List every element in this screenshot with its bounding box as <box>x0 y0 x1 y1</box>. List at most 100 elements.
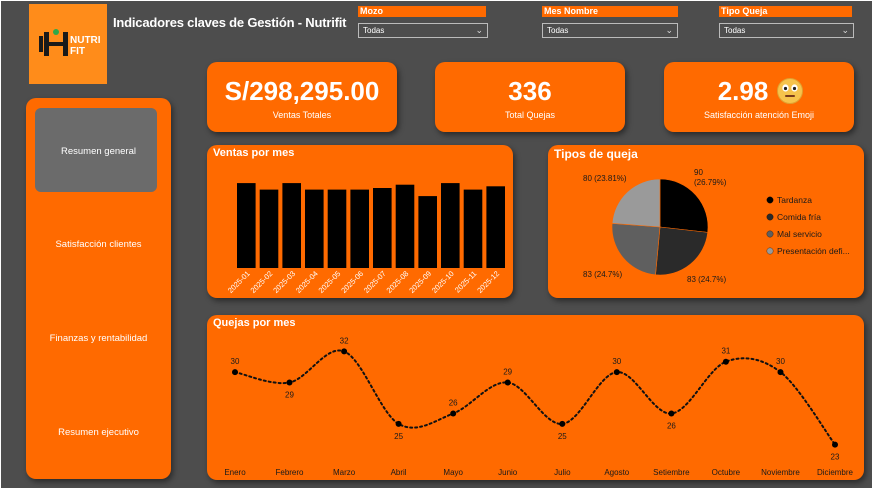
nav-item-finanzas-rentabilidad[interactable]: Finanzas y rentabilidad <box>26 333 171 344</box>
pie-legend-marker <box>766 230 774 238</box>
quejas-x-tick-label: Octubre <box>712 468 741 477</box>
quejas-data-label: 29 <box>285 391 294 400</box>
slicer-tipo-value: Todas <box>724 26 746 35</box>
quejas-data-label: 29 <box>503 368 512 377</box>
ventas-bar <box>327 189 347 268</box>
quejas-data-point <box>395 420 402 427</box>
quejas-data-label: 31 <box>721 347 730 356</box>
kpi-ventas-value: S/298,295.00 <box>224 76 380 106</box>
kpi-card-quejas: 336 Total Quejas <box>435 62 625 132</box>
ventas-bar <box>282 183 301 268</box>
quejas-data-point <box>504 379 511 386</box>
quejas-x-tick-label: Mayo <box>443 468 463 477</box>
kpi-satisfaccion-value: 2.98 <box>717 76 769 106</box>
nav-item-satisfaccion-clientes[interactable]: Satisfacción clientes <box>26 239 171 250</box>
quejas-data-label: 32 <box>340 336 349 345</box>
quejas-data-label: 25 <box>394 432 403 441</box>
slicer-mes-dropdown[interactable]: Todas ⌄ <box>542 23 678 38</box>
slicer-mozo-dropdown[interactable]: Todas ⌄ <box>358 23 488 38</box>
quejas-data-point <box>832 441 838 448</box>
ventas-x-tick-label: 2025-01 <box>226 269 252 295</box>
quejas-data-point <box>722 358 729 365</box>
tipos-queja-pie-chart: 90(26.79%) Tardanza 83 (24.7%) Comida fría 8… <box>583 168 850 284</box>
ventas-bar <box>350 189 369 268</box>
quejas-data-label: 26 <box>667 422 676 431</box>
quejas-x-tick-label: Agosto <box>604 468 629 477</box>
quejas-data-point <box>232 369 238 376</box>
pie-legend-label: Comida fría <box>777 212 821 222</box>
ventas-bar <box>237 183 256 268</box>
pie-legend-marker <box>766 196 774 204</box>
pie-slice <box>659 178 709 233</box>
chevron-down-icon: ⌄ <box>475 25 483 35</box>
quejas-pie-card: Tipos de queja 90 (26.79%) Tardanza 83 (24.… <box>548 145 864 298</box>
pie-legend-label: Presentación defi... <box>777 246 850 256</box>
quejas-x-tick-label: Febrero <box>275 468 304 477</box>
dashboard-canvas: NUTRI FIT Indicadores claves de Gestión … <box>1 1 872 488</box>
kpi-quejas-label: Total Quejas <box>504 110 556 120</box>
ventas-chart-card: Ventas por mes 2025-01 2025-02 2025-03 2025… <box>207 145 513 298</box>
pie-slice <box>655 226 709 276</box>
chevron-down-icon: ⌄ <box>841 25 849 35</box>
pie-data-label: 83 (24.7%) <box>687 275 726 284</box>
quejas-data-label: 30 <box>612 357 621 366</box>
ventas-x-tick-label: 2025-06 <box>339 269 365 295</box>
ventas-x-tick-label: 2025-03 <box>271 269 297 295</box>
ventas-bar-chart: 2025-012025-022025-032025-042025-052025-… <box>226 183 505 295</box>
nutrifit-logo: NUTRI FIT <box>29 4 107 84</box>
ventas-x-tick-label: 2025-02 <box>249 269 275 295</box>
quejas-data-point <box>286 379 293 386</box>
ventas-x-tick-label: 2025-10 <box>430 269 456 295</box>
quejas-x-tick-label: Junio <box>498 468 518 477</box>
pie-data-label: (26.79%) <box>694 178 727 187</box>
quejas-data-point <box>777 369 784 376</box>
kpi-satisfaccion-label: Satisfacción atención Emoji <box>703 110 815 120</box>
ventas-x-tick-label: 2025-07 <box>362 269 388 295</box>
pie-data-label: 90 <box>694 168 703 177</box>
ventas-bar <box>418 196 437 268</box>
pie-legend-label: Tardanza <box>777 195 812 205</box>
dumbbell-logo-icon: NUTRI FIT <box>39 29 101 57</box>
quejas-x-tick-label: Julio <box>554 468 571 477</box>
quejas-x-tick-label: Abril <box>391 468 407 477</box>
quejas-data-point <box>450 410 457 417</box>
slicer-tipo-label: Tipo Queja <box>719 6 852 17</box>
slicer-tipo-dropdown[interactable]: Todas ⌄ <box>719 23 854 38</box>
ventas-bar <box>441 183 460 268</box>
pie-legend-marker <box>766 213 774 221</box>
pie-legend-marker <box>766 247 774 255</box>
ventas-bar <box>395 184 415 268</box>
quejas-data-label: 30 <box>776 357 785 366</box>
quejas-x-tick-label: Enero <box>224 468 246 477</box>
logo-text-nutri: NUTRI <box>70 35 101 46</box>
ventas-bar <box>305 189 324 268</box>
slicer-mozo-value: Todas <box>363 26 385 35</box>
kpi-ventas-label: Ventas Totales <box>272 110 332 120</box>
pie-legend-label: Mal servicio <box>777 229 822 239</box>
quejas-data-label: 25 <box>558 432 567 441</box>
quejas-data-point <box>341 348 348 355</box>
slicer-mes-label: Mes Nombre <box>542 6 678 17</box>
neutral-face-emoji-icon <box>777 78 803 104</box>
quejas-data-label: 23 <box>831 453 840 462</box>
quejas-line-chart: 30 Enero 29 Febrero 32 Marzo 25 Abril 26 Mayo 29 Ju… <box>224 336 854 477</box>
nav-item-resumen-ejecutivo[interactable]: Resumen ejecutivo <box>26 427 171 438</box>
navigation-panel: Resumen general Satisfacción clientes Fi… <box>26 98 171 479</box>
quejas-x-tick-label: Marzo <box>333 468 356 477</box>
slicer-mes-value: Todas <box>547 26 569 35</box>
quejas-data-point <box>668 410 675 417</box>
quejas-data-point <box>559 420 566 427</box>
ventas-x-tick-label: 2025-09 <box>407 269 433 295</box>
chevron-down-icon: ⌄ <box>665 25 673 35</box>
quejas-data-point <box>613 369 620 376</box>
kpi-card-ventas: S/298,295.00 Ventas Totales <box>207 62 397 132</box>
slicer-mozo-label: Mozo <box>358 6 486 17</box>
quejas-data-label: 30 <box>231 357 240 366</box>
nav-item-resumen-general[interactable]: Resumen general <box>26 146 171 157</box>
ventas-x-tick-label: 2025-12 <box>475 269 501 295</box>
quejas-line-card: Quejas por mes 30 Enero 29 Febrero 32 Marzo 25… <box>207 315 864 480</box>
quejas-x-tick-label: Diciembre <box>817 468 854 477</box>
pie-data-label: 80 (23.81%) <box>583 174 627 183</box>
ventas-bar <box>486 186 505 268</box>
ventas-x-tick-label: 2025-08 <box>385 269 411 295</box>
